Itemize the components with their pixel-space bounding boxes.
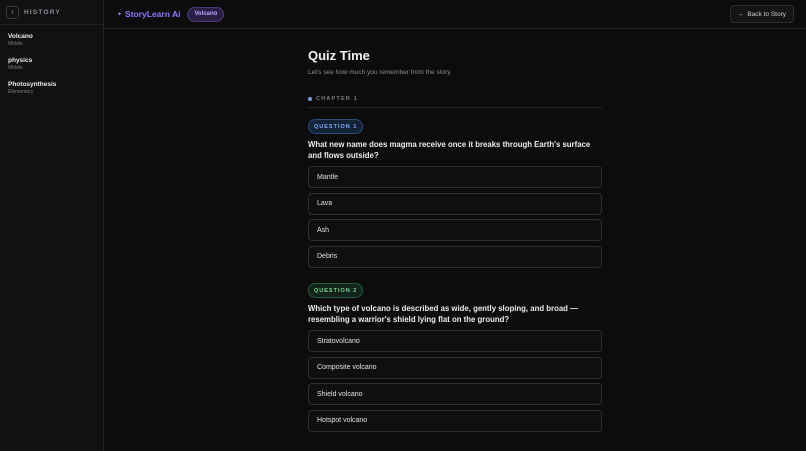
sparkle-icon: ✦ [117,11,123,18]
question-badge: QUESTION 2 [308,283,364,298]
history-item-physics[interactable]: physics Middle [0,57,103,81]
answer-option[interactable]: Ash [308,219,602,241]
chapter-dot-icon [308,97,312,101]
answer-option[interactable]: Mantle [308,166,602,188]
answer-options: Mantle Lava Ash Debris [308,166,602,268]
chevron-left-icon: ‹ [11,7,14,16]
topic-badge: Volcano [187,6,225,22]
history-list: Volcano Middle physics Middle Photosynth… [0,25,103,105]
back-to-story-button[interactable]: ← Back to Story [729,5,794,23]
history-item-name: Photosynthesis [8,81,57,88]
answer-option[interactable]: Hotspot volcano [308,409,602,432]
history-item-level: Elementary [8,89,34,95]
history-item-volcano[interactable]: Volcano Middle [0,33,103,57]
history-item-photosynthesis[interactable]: Photosynthesis Elementary [0,81,103,105]
arrow-left-icon: ← [737,10,745,18]
answer-option[interactable]: Stratovolcano [308,330,602,352]
history-item-name: Volcano [8,33,33,40]
question-1: QUESTION 1 What new name does magma rece… [308,108,602,268]
answer-option[interactable]: Lava [308,192,602,215]
chapter-label: CHAPTER 1 [316,96,358,102]
app-root: ‹ HISTORY Volcano Middle physics Middle … [0,0,806,451]
answer-option[interactable]: Composite volcano [308,356,602,379]
history-item-name: physics [8,57,33,64]
page-subtitle: Let's see how much you remember from the… [308,69,452,76]
sidebar-title: HISTORY [24,8,61,16]
sidebar-header: ‹ HISTORY [0,0,103,25]
history-sidebar: ‹ HISTORY Volcano Middle physics Middle … [0,0,104,451]
answer-options: Stratovolcano Composite volcano Shield v… [308,330,602,432]
chapter-header: CHAPTER 1 [308,96,602,102]
brand-logo[interactable]: ✦ StoryLearn Ai [117,9,180,19]
collapse-sidebar-button[interactable]: ‹ [6,5,19,19]
question-text: What new name does magma receive once it… [308,140,591,160]
question-badge: QUESTION 1 [308,119,364,134]
answer-option[interactable]: Debris [308,245,602,268]
top-bar: ✦ StoryLearn Ai Volcano ← Back to Story [104,0,806,29]
question-text: Which type of volcano is described as wi… [308,304,578,324]
question-2: QUESTION 2 Which type of volcano is desc… [308,272,602,432]
answer-option[interactable]: Shield volcano [308,383,602,405]
history-item-level: Middle [8,65,23,71]
quiz-main: Quiz Time Let's see how much you remembe… [308,47,602,436]
brand-name: StoryLearn Ai [125,9,181,19]
page-title: Quiz Time [308,48,370,63]
back-to-story-label: Back to Story [747,10,786,18]
history-item-level: Middle [8,41,23,47]
